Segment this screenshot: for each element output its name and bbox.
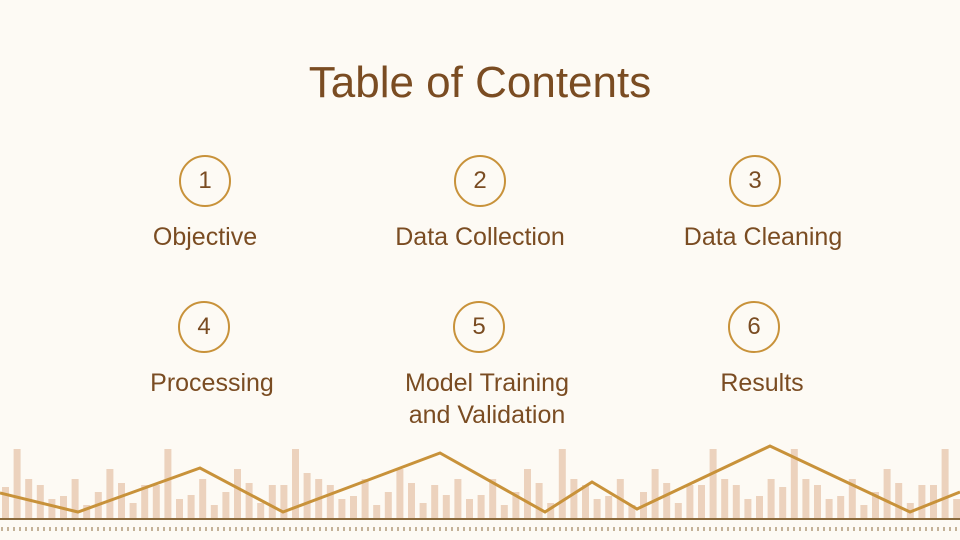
toc-number-5: 5 [453,301,505,353]
decorative-bar [570,479,578,519]
decorative-bar [2,487,9,519]
decorative-bar [860,505,868,519]
decorative-bar [152,485,160,519]
decorative-bar [593,499,601,519]
decorative-bar [605,496,613,519]
toc-item-2: 2 Data Collection [360,155,600,253]
decorative-bar [767,479,775,519]
decorative-bar [941,449,949,519]
decorative-bar [350,496,357,519]
toc-item-1: 1 Objective [85,155,325,253]
decorative-bar [118,483,125,519]
decorative-bar [721,479,729,519]
decorative-bar [918,485,926,519]
decorative-bar [814,485,821,519]
decorative-bar [280,485,288,519]
decorative-bar [164,449,172,519]
decorative-bar [477,495,485,519]
toc-label-5: Model Training and Validation [405,369,569,429]
slide-title: Table of Contents [308,58,652,107]
toc-item-6: 6 Results [642,301,882,399]
decorative-bar [779,487,787,519]
decorative-bar [222,492,230,519]
decorative-bar [199,479,207,519]
toc-item-4: 4 Processing [92,301,332,399]
toc-number-4: 4 [178,301,230,353]
toc-label-1: Objective [152,223,258,251]
decorative-bar [431,485,439,519]
toc-label-2: Data Collection [395,223,565,251]
decorative-bar [210,505,218,519]
decorative-bar [384,492,392,519]
decorative-bars [2,449,960,519]
decorative-bar [466,499,473,519]
decorative-bar [883,469,891,519]
decorative-bar [524,469,531,519]
decorative-bar [176,499,183,519]
decorative-bar [582,485,589,519]
decorative-tick-marks [1,527,957,531]
decorative-bar [686,485,694,519]
toc-number-3: 3 [729,155,781,207]
decorative-bar [837,496,845,519]
decorative-bar [419,503,427,519]
toc-number-1: 1 [179,155,231,207]
toc-number-2: 2 [454,155,506,207]
decorative-bar [756,496,763,519]
decorative-bar [558,449,566,519]
decorative-bar [674,503,682,519]
decorative-bar [326,485,334,519]
toc-item-5: 5 Model Training and Validation [367,301,607,431]
decorative-bar [48,499,56,519]
decorative-bar [106,469,114,519]
toc-label-6: Results [720,369,804,397]
toc-number-6: 6 [728,301,780,353]
decorative-bar [234,469,241,519]
decorative-bar [257,503,265,519]
decorative-bar [825,499,833,519]
decorative-bar [895,483,903,519]
decorative-bar [408,483,415,519]
decorative-bar [373,505,381,519]
toc-label-4: Processing [150,369,274,397]
decorative-bar [663,483,671,519]
toc-label-3: Data Cleaning [683,223,843,251]
decorative-bar [187,495,195,519]
decorative-bar [245,483,253,519]
decorative-bar [268,485,276,519]
decorative-bar [129,503,137,519]
decorative-bar [396,469,404,519]
decorative-bar [303,473,311,519]
toc-item-3: 3 Data Cleaning [643,155,883,253]
decorative-bar [535,483,543,519]
decorative-bar [651,469,659,519]
decorative-bar [744,499,752,519]
decorative-bar [953,499,960,519]
decorative-bar [802,479,810,519]
decorative-bar [361,479,369,519]
decorative-bar [454,479,462,519]
decorative-bar [13,449,21,519]
decorative-bar [500,505,508,519]
decorative-bar [442,495,450,519]
decorative-bar [709,449,717,519]
decorative-bar-wave-graphic [0,444,960,531]
decorative-bar [698,485,705,519]
decorative-bar [732,485,740,519]
decorative-bar [338,499,346,519]
